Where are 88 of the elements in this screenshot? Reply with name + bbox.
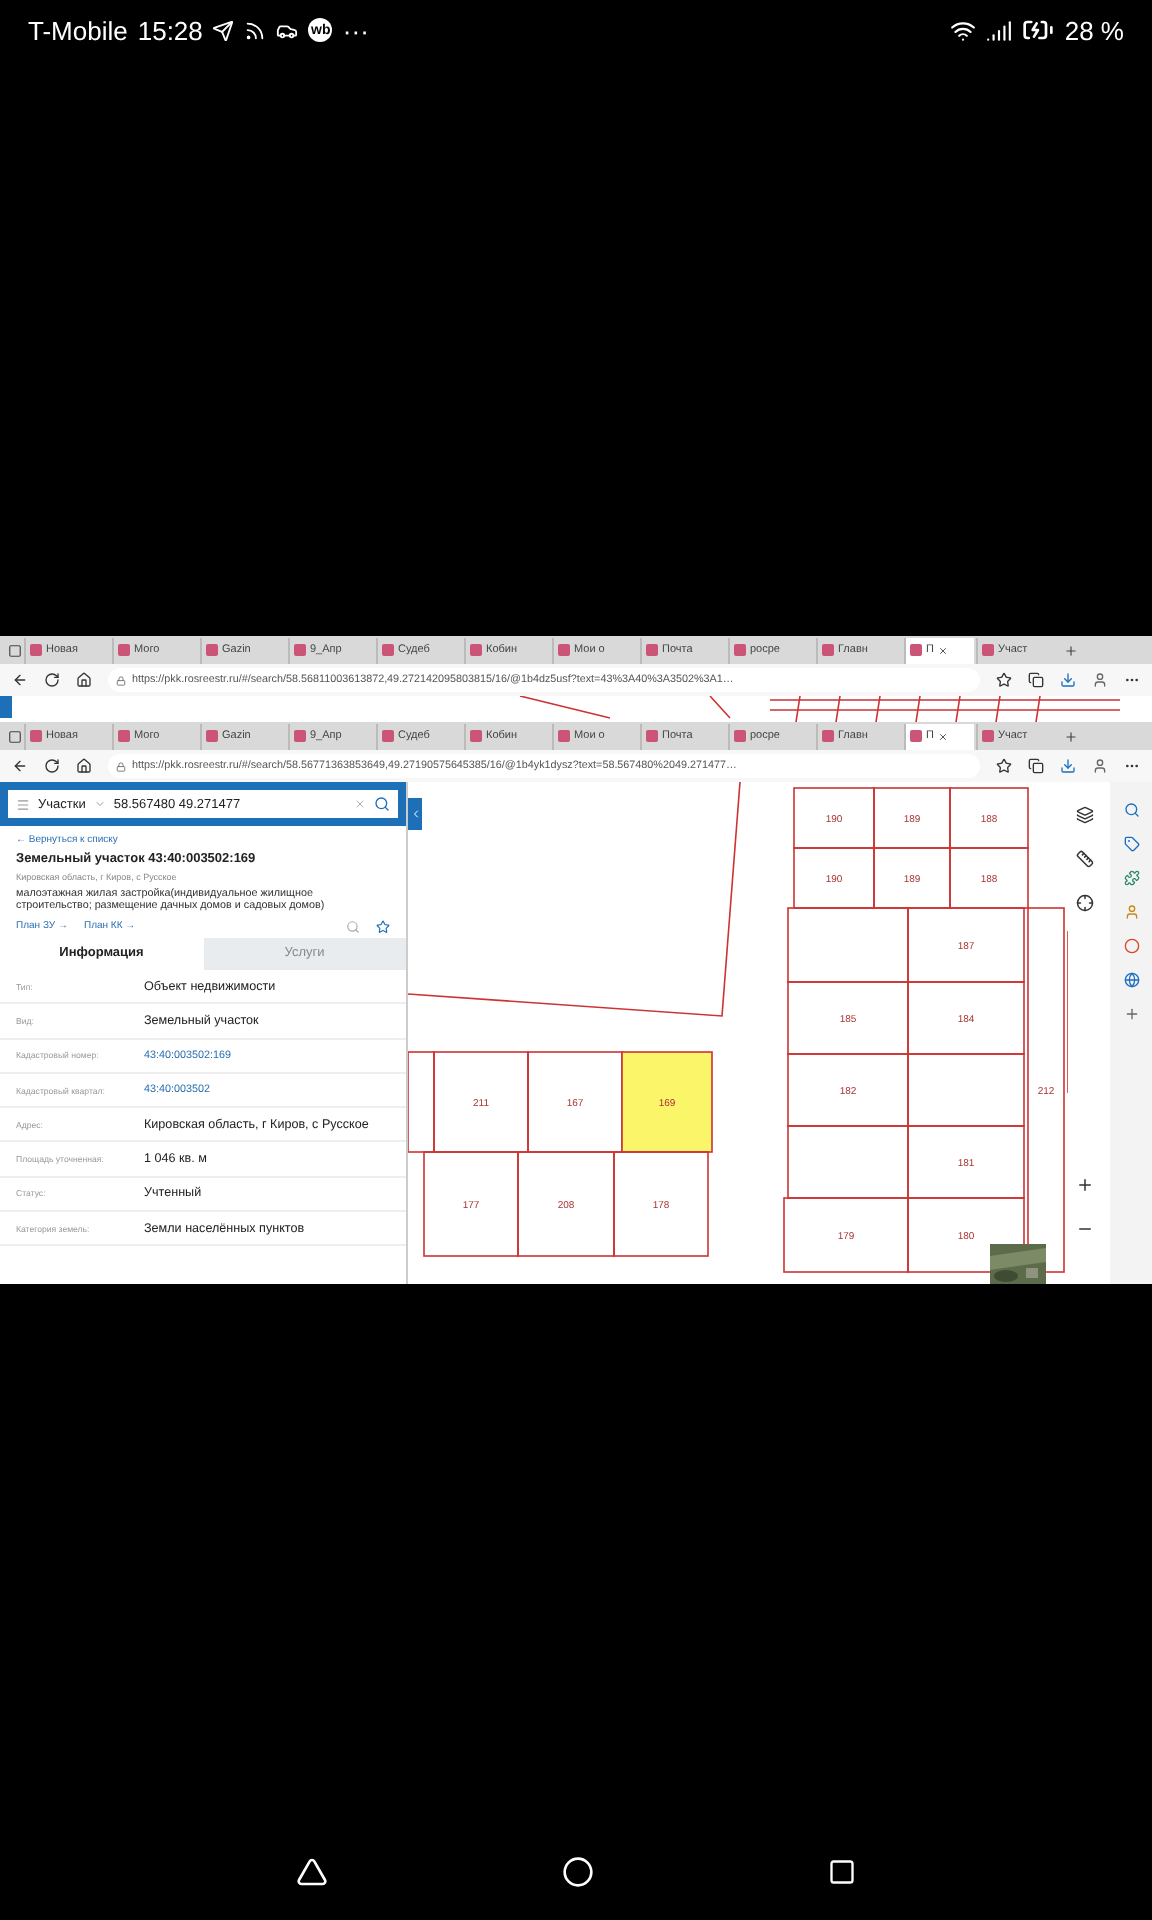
profile-icon[interactable] [1092,672,1108,688]
land-parcel[interactable] [907,907,1025,983]
back-icon[interactable] [12,758,28,774]
paper-plane-icon [212,19,235,41]
chevron-icon [409,808,421,820]
land-parcel[interactable] [793,787,875,849]
add-icon[interactable] [1123,1006,1139,1022]
crosshair-icon [1075,893,1093,911]
plus-icon [1075,1175,1093,1193]
profile-icon[interactable] [1092,758,1108,774]
tab-favicon [822,644,834,656]
clock-time: 15:28 [137,15,203,45]
favorite-icon[interactable] [996,758,1012,774]
back-icon[interactable] [12,672,28,688]
collections-icon[interactable] [1028,672,1044,688]
carrier-name: T-Mobile [28,15,128,45]
tab-favicon [118,644,130,656]
feed-icon [244,19,267,41]
circle-icon[interactable] [1123,938,1139,954]
tab-favicon [470,644,482,656]
land-parcel[interactable] [433,1051,529,1153]
tab-favicon [558,730,570,742]
tab-favicon [646,730,658,742]
person-icon[interactable] [1123,904,1139,920]
land-parcel[interactable] [787,1053,909,1127]
reload-icon[interactable] [44,672,60,688]
land-parcel[interactable] [613,1151,709,1257]
tag-icon[interactable] [1123,836,1139,852]
land-parcel[interactable] [949,787,1029,849]
wifi-icon [950,17,977,43]
ruler-icon [1075,849,1093,867]
tab-favicon [910,730,922,742]
layers-icon [1075,805,1093,823]
new-tab-icon[interactable] [1064,643,1078,657]
home-icon[interactable] [76,672,92,688]
tab-favicon [206,730,218,742]
land-parcel[interactable] [949,847,1029,909]
lock-icon [116,761,126,771]
tab-favicon [558,644,570,656]
land-parcel[interactable] [1027,907,1065,1273]
tab-favicon [646,644,658,656]
star-icon[interactable] [376,919,390,934]
tab-favicon [294,730,306,742]
land-parcel[interactable] [907,981,1025,1055]
tab-favicon [910,644,922,656]
tab-favicon [382,644,394,656]
land-parcel[interactable] [621,1051,713,1153]
land-parcel[interactable] [907,1197,1025,1273]
tab-favicon [734,730,746,742]
land-parcel[interactable] [793,847,875,909]
tab-favicon [822,730,834,742]
tab-favicon [30,730,42,742]
land-parcel[interactable] [787,981,909,1055]
new-tab-icon[interactable] [1064,729,1078,743]
tab-favicon [982,644,994,656]
land-parcel[interactable] [873,847,951,909]
tab-favicon [982,730,994,742]
tab-favicon [470,730,482,742]
land-parcel[interactable] [517,1151,615,1257]
window-icon[interactable] [8,729,22,743]
download-icon[interactable] [1060,672,1076,688]
tab-favicon [118,730,130,742]
land-parcel[interactable] [783,1197,909,1273]
reload-icon[interactable] [44,758,60,774]
signal-icon [986,17,1013,43]
land-parcel[interactable] [873,787,951,849]
search-icon[interactable] [374,796,390,812]
collapse-button[interactable] [408,798,422,830]
tab-favicon [382,730,394,742]
more-notifications: ··· [342,15,369,45]
battery-percent: 28 % [1064,15,1124,45]
puzzle-icon[interactable] [1123,870,1139,886]
back-icon[interactable] [296,1856,329,1888]
favorite-icon[interactable] [996,672,1012,688]
globe-icon[interactable] [1123,972,1139,988]
window-icon[interactable] [8,643,22,657]
download-icon[interactable] [1060,758,1076,774]
tab-favicon [206,644,218,656]
land-parcel[interactable] [907,1125,1025,1199]
tab-favicon [294,644,306,656]
land-parcel[interactable] [423,1151,519,1257]
tab-favicon [30,644,42,656]
home-icon[interactable] [76,758,92,774]
collections-icon[interactable] [1028,758,1044,774]
lock-icon [116,675,126,685]
recents-icon[interactable] [827,1858,856,1886]
tab-favicon [734,644,746,656]
search-icon[interactable] [1123,802,1139,818]
